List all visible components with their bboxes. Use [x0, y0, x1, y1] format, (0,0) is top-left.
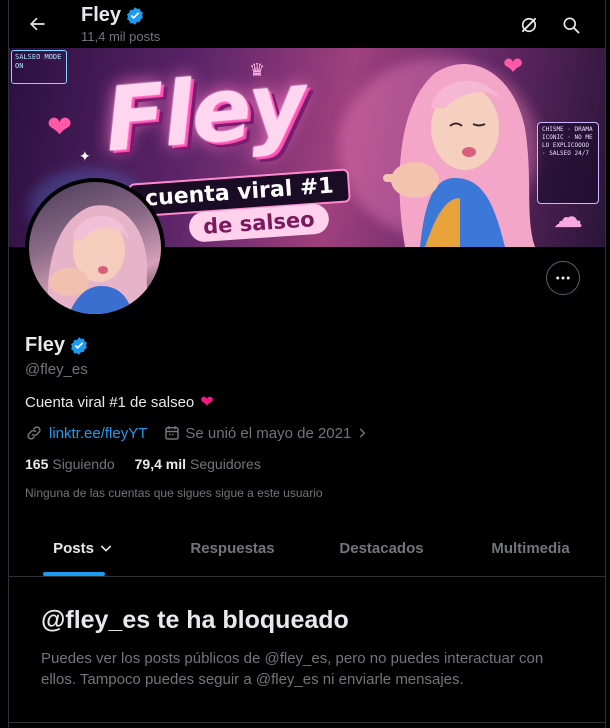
- profile-link[interactable]: linktr.ee/fleyYT: [49, 425, 147, 442]
- tab-replies[interactable]: Respuestas: [158, 520, 307, 576]
- grok-button[interactable]: [512, 8, 546, 42]
- chevron-right-icon[interactable]: [355, 426, 369, 440]
- arrow-left-icon: [30, 17, 45, 31]
- mascot-icon: ☁: [553, 201, 583, 234]
- banner-neon-sign: SALSEO MODE ON: [11, 50, 67, 84]
- followers-count: 79,4 mil: [134, 456, 187, 472]
- blocked-title: @fley_es te ha bloqueado: [41, 606, 349, 634]
- search-button[interactable]: [554, 8, 588, 42]
- tab-media-label: Multimedia: [491, 539, 570, 557]
- chevron-down-icon: [100, 545, 112, 552]
- profile-tabs: Posts Respuestas Destacados Multimedia: [9, 520, 605, 577]
- header-name: Fley: [81, 4, 122, 26]
- back-button[interactable]: [21, 8, 53, 40]
- banner-neon-list: CHISME · DRAMA ICONIC · NO ME LO EXPLICO…: [537, 122, 599, 204]
- avatar-image: [47, 205, 151, 314]
- more-dots-icon: [556, 276, 570, 280]
- more-options-button[interactable]: [546, 261, 580, 295]
- header-post-count: 11,4 mil posts: [81, 29, 161, 44]
- profile-display-name: Fley: [25, 334, 66, 356]
- heart-icon: ❤: [47, 111, 73, 144]
- profile-handle: @fley_es: [25, 361, 88, 378]
- banner-title: Fley: [100, 51, 309, 172]
- divider: [9, 722, 605, 723]
- sparkle-icon: ✦: [79, 148, 91, 164]
- verified-badge-icon: [71, 336, 87, 355]
- blocked-description: Puedes ver los posts públicos de @fley_e…: [41, 650, 544, 688]
- profile-bio: Cuenta viral #1 de salseo ❤: [25, 392, 214, 412]
- followed-by-note: Ninguna de las cuentas que sigues sigue …: [25, 486, 323, 500]
- tab-posts-label: Posts: [53, 539, 94, 557]
- tab-active-indicator: [43, 572, 105, 576]
- profile-meta: linktr.ee/fleyYT Se unió el mayo de 2021: [25, 424, 369, 442]
- profile-name: Fley: [25, 334, 89, 357]
- profile-stats: 165 Siguiendo 79,4 mil Seguidores: [25, 456, 261, 472]
- verified-badge-icon: [127, 6, 143, 25]
- following-count: 165: [25, 456, 49, 472]
- banner-portrait: [383, 64, 535, 247]
- profile-joined: Se unió el mayo de 2021: [185, 424, 352, 442]
- tab-media[interactable]: Multimedia: [456, 520, 605, 576]
- profile-column: Fley 11,4 mil posts SALSEO MODE ON Fley …: [8, 0, 606, 728]
- following-label: Siguiendo: [52, 456, 115, 472]
- profile-bio-text: Cuenta viral #1 de salseo: [25, 393, 195, 411]
- calendar-icon: [165, 426, 180, 440]
- profile-avatar[interactable]: [25, 178, 165, 318]
- red-heart-icon: ❤: [200, 394, 214, 411]
- following-stat[interactable]: 165 Siguiendo: [25, 456, 115, 472]
- crown-icon: ♛: [249, 60, 266, 80]
- followers-stat[interactable]: 79,4 mil Seguidores: [135, 456, 261, 472]
- followers-label: Seguidores: [190, 456, 261, 472]
- search-icon: [563, 17, 580, 34]
- tab-posts[interactable]: Posts: [9, 520, 158, 576]
- link-icon: [27, 426, 41, 440]
- tab-highlights-label: Destacados: [339, 539, 424, 557]
- top-header: Fley 11,4 mil posts: [9, 0, 605, 48]
- tab-replies-label: Respuestas: [190, 539, 275, 557]
- tab-highlights[interactable]: Destacados: [307, 520, 456, 576]
- header-title: Fley: [81, 4, 145, 27]
- grok-icon: [521, 17, 537, 33]
